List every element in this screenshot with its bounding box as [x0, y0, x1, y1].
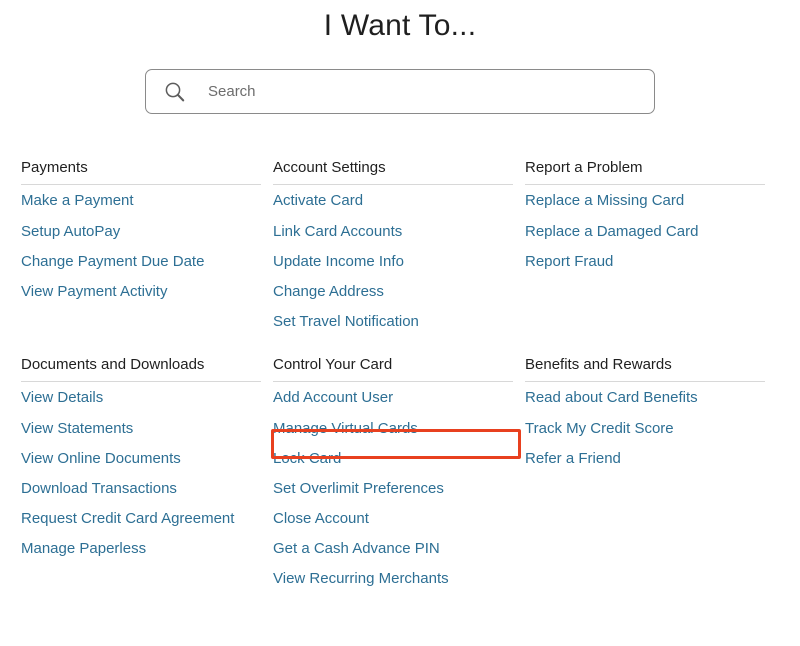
group-header-report-a-problem: Report a Problem: [525, 158, 765, 185]
link-manage-paperless[interactable]: Manage Paperless: [21, 534, 146, 564]
link-manage-virtual-cards[interactable]: Manage Virtual Cards: [273, 414, 418, 444]
link-report-fraud[interactable]: Report Fraud: [525, 247, 613, 277]
group-documents-and-downloads: Documents and Downloads View Details Vie…: [21, 355, 261, 564]
group-header-payments: Payments: [21, 158, 261, 185]
group-account-settings: Account Settings Activate Card Link Card…: [273, 158, 513, 337]
search-box[interactable]: [145, 69, 655, 114]
list-item: Replace a Damaged Card: [525, 217, 765, 247]
link-update-income-info[interactable]: Update Income Info: [273, 247, 404, 277]
link-lock-card[interactable]: Lock Card: [273, 444, 341, 474]
group-list-benefits-and-rewards: Read about Card Benefits Track My Credit…: [525, 382, 765, 474]
list-item: Set Overlimit Preferences: [273, 474, 513, 504]
group-payments: Payments Make a Payment Setup AutoPay Ch…: [21, 158, 261, 307]
group-header-documents-and-downloads: Documents and Downloads: [21, 355, 261, 382]
list-item: Read about Card Benefits: [525, 382, 765, 414]
link-download-transactions[interactable]: Download Transactions: [21, 474, 177, 504]
link-track-my-credit-score[interactable]: Track My Credit Score: [525, 414, 674, 444]
link-set-travel-notification[interactable]: Set Travel Notification: [273, 307, 419, 337]
list-item: View Details: [21, 382, 261, 414]
link-view-payment-activity[interactable]: View Payment Activity: [21, 277, 167, 307]
link-add-account-user[interactable]: Add Account User: [273, 382, 393, 414]
list-item: Manage Paperless: [21, 534, 261, 564]
list-item: Refer a Friend: [525, 444, 765, 474]
list-item: Request Credit Card Agreement: [21, 504, 261, 534]
link-view-online-documents[interactable]: View Online Documents: [21, 444, 181, 474]
link-read-about-card-benefits[interactable]: Read about Card Benefits: [525, 382, 698, 414]
link-link-card-accounts[interactable]: Link Card Accounts: [273, 217, 402, 247]
group-list-payments: Make a Payment Setup AutoPay Change Paym…: [21, 185, 261, 307]
link-replace-a-missing-card[interactable]: Replace a Missing Card: [525, 185, 684, 217]
list-item: View Online Documents: [21, 444, 261, 474]
link-groups-grid: Payments Make a Payment Setup AutoPay Ch…: [0, 158, 800, 594]
link-set-overlimit-preferences[interactable]: Set Overlimit Preferences: [273, 474, 444, 504]
list-item: Replace a Missing Card: [525, 185, 765, 217]
link-change-address[interactable]: Change Address: [273, 277, 384, 307]
list-item: Manage Virtual Cards: [273, 414, 513, 444]
link-replace-a-damaged-card[interactable]: Replace a Damaged Card: [525, 217, 698, 247]
list-item: Lock Card: [273, 444, 513, 474]
link-setup-autopay[interactable]: Setup AutoPay: [21, 217, 120, 247]
link-view-recurring-merchants[interactable]: View Recurring Merchants: [273, 564, 449, 594]
search-input[interactable]: [208, 70, 640, 113]
group-list-report-a-problem: Replace a Missing Card Replace a Damaged…: [525, 185, 765, 277]
list-item: Download Transactions: [21, 474, 261, 504]
group-control-your-card: Control Your Card Add Account User Manag…: [273, 355, 513, 594]
link-view-details[interactable]: View Details: [21, 382, 103, 414]
link-refer-a-friend[interactable]: Refer a Friend: [525, 444, 621, 474]
group-list-documents-and-downloads: View Details View Statements View Online…: [21, 382, 261, 564]
list-item: Track My Credit Score: [525, 414, 765, 444]
group-report-a-problem: Report a Problem Replace a Missing Card …: [525, 158, 765, 277]
list-item: Get a Cash Advance PIN: [273, 534, 513, 564]
link-view-statements[interactable]: View Statements: [21, 414, 133, 444]
group-list-control-your-card: Add Account User Manage Virtual Cards Lo…: [273, 382, 513, 594]
link-get-a-cash-advance-pin[interactable]: Get a Cash Advance PIN: [273, 534, 440, 564]
group-list-account-settings: Activate Card Link Card Accounts Update …: [273, 185, 513, 337]
list-item: View Statements: [21, 414, 261, 444]
link-activate-card[interactable]: Activate Card: [273, 185, 363, 217]
search-icon: [165, 82, 185, 101]
list-item: Make a Payment: [21, 185, 261, 217]
link-close-account[interactable]: Close Account: [273, 504, 369, 534]
list-item: Activate Card: [273, 185, 513, 217]
list-item: Report Fraud: [525, 247, 765, 277]
list-item: Update Income Info: [273, 247, 513, 277]
group-benefits-and-rewards: Benefits and Rewards Read about Card Ben…: [525, 355, 765, 474]
link-change-payment-due-date[interactable]: Change Payment Due Date: [21, 247, 204, 277]
list-item: Set Travel Notification: [273, 307, 513, 337]
list-item: View Recurring Merchants: [273, 564, 513, 594]
group-header-control-your-card: Control Your Card: [273, 355, 513, 382]
list-item: Add Account User: [273, 382, 513, 414]
list-item: Change Payment Due Date: [21, 247, 261, 277]
list-item: Close Account: [273, 504, 513, 534]
list-item: Setup AutoPay: [21, 217, 261, 247]
list-item: Link Card Accounts: [273, 217, 513, 247]
group-header-benefits-and-rewards: Benefits and Rewards: [525, 355, 765, 382]
search-section: [0, 69, 800, 114]
page-title: I Want To...: [323, 9, 477, 42]
list-item: Change Address: [273, 277, 513, 307]
group-header-account-settings: Account Settings: [273, 158, 513, 185]
list-item: View Payment Activity: [21, 277, 261, 307]
link-request-credit-card-agreement[interactable]: Request Credit Card Agreement: [21, 504, 234, 534]
link-make-a-payment[interactable]: Make a Payment: [21, 185, 134, 217]
